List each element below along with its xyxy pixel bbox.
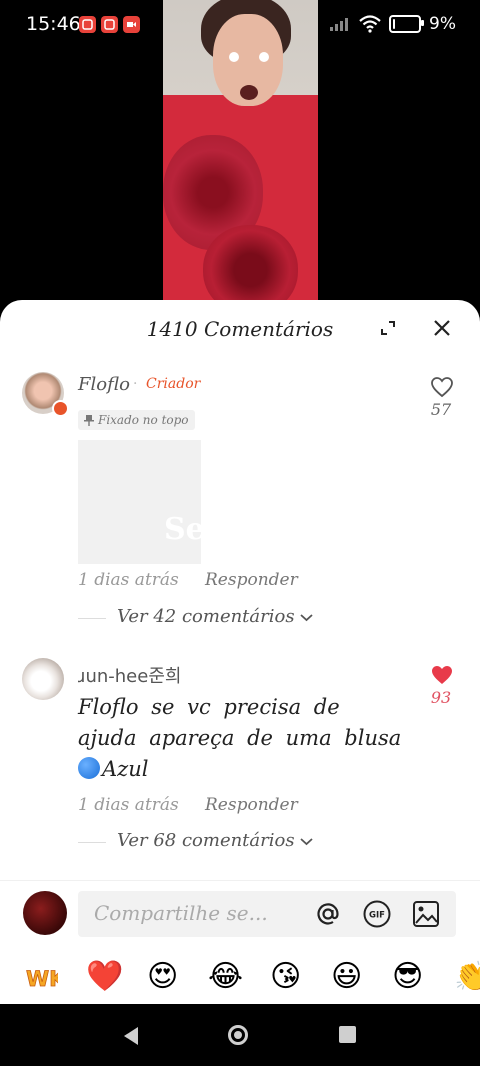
creator-tag: Criador (146, 376, 201, 392)
comment-body-end: Azul (102, 757, 149, 781)
comment-image[interactable]: Se (78, 440, 201, 564)
comment-time: 1 dias atrás (78, 795, 179, 815)
video-notification-icon (123, 16, 140, 33)
view-replies-label: Ver 42 comentários (117, 606, 295, 627)
pinned-badge: Fixado no topo (78, 410, 195, 430)
wk-sticker-icon[interactable]: WK (24, 962, 58, 992)
tears-of-joy-emoji[interactable]: 😂 (208, 960, 243, 994)
liked-heart-icon[interactable] (430, 664, 454, 686)
avatar[interactable] (22, 658, 64, 700)
chevron-down-icon (300, 614, 313, 622)
recents-icon[interactable] (339, 1026, 356, 1043)
reply-button[interactable]: Responder (205, 570, 298, 590)
battery-percent: 9% (429, 14, 456, 34)
signal-icon (330, 18, 349, 31)
comments-title: 1410 Comentários (146, 317, 334, 341)
system-nav-bar (0, 1004, 480, 1066)
divider (78, 618, 106, 619)
app-notification-icon (79, 16, 96, 33)
close-icon[interactable] (432, 318, 452, 338)
battery-level (393, 19, 396, 29)
clap-emoji[interactable]: 👏 (454, 960, 480, 994)
status-indicators: 9% (329, 14, 456, 34)
blue-circle-emoji (78, 757, 100, 779)
battery-icon (389, 15, 425, 33)
like-count: 93 (430, 688, 452, 707)
pomegranate-image (203, 225, 298, 310)
like-heart-icon[interactable] (430, 376, 454, 398)
reply-button[interactable]: Responder (205, 795, 298, 815)
status-bar: 15:46 9% (0, 0, 480, 50)
my-avatar (23, 891, 67, 935)
smile-emoji[interactable]: 😃 (331, 960, 362, 994)
heart-emoji[interactable]: ❤️ (86, 960, 123, 994)
view-replies-label: Ver 68 comentários (117, 830, 295, 851)
chevron-down-icon (300, 838, 313, 846)
comment-author[interactable]: Floflo (78, 374, 130, 395)
svg-text:GIF: GIF (369, 911, 385, 921)
gif-icon[interactable]: GIF (363, 900, 391, 928)
separator-dot: · (133, 376, 138, 392)
sunglasses-emoji[interactable]: 😎 (392, 960, 423, 994)
mention-icon[interactable] (313, 899, 343, 929)
view-replies-button[interactable]: Ver 42 comentários (117, 606, 313, 627)
kiss-emoji[interactable]: 😘 (270, 960, 301, 994)
comment-input[interactable]: Compartilhe se... GIF (78, 891, 456, 937)
wifi-icon (359, 15, 381, 33)
creator-badge-icon (52, 400, 69, 417)
comment-image-text: Se (164, 512, 201, 547)
like-count: 57 (430, 400, 452, 419)
pinned-label: Fixado no topo (98, 413, 189, 427)
view-replies-button[interactable]: Ver 68 comentários (117, 830, 313, 851)
heart-eyes-emoji[interactable]: 😍 (147, 960, 178, 994)
svg-text:WK: WK (26, 967, 58, 991)
comment-body: Floflo se vc precisa de ajuda apareça de… (78, 695, 402, 750)
expand-icon[interactable] (380, 320, 396, 336)
comment-author[interactable]: ɹun-hee준희 (78, 662, 181, 688)
comment-text: Floflo se vc precisa de ajuda apareça de… (78, 692, 408, 785)
pin-icon (84, 414, 94, 426)
home-icon[interactable] (228, 1025, 248, 1045)
comment-input-row: Compartilhe se... GIF (0, 880, 480, 951)
back-icon[interactable] (122, 1026, 140, 1046)
image-icon[interactable] (412, 900, 440, 928)
app-notification-icon (101, 16, 118, 33)
comment-time: 1 dias atrás (78, 570, 179, 590)
status-time: 15:46 (26, 13, 81, 35)
input-placeholder: Compartilhe se... (94, 901, 268, 925)
emoji-bar: WK ❤️ 😍 😂 😘 😃 😎 👏 (0, 950, 480, 1004)
divider (78, 842, 106, 843)
